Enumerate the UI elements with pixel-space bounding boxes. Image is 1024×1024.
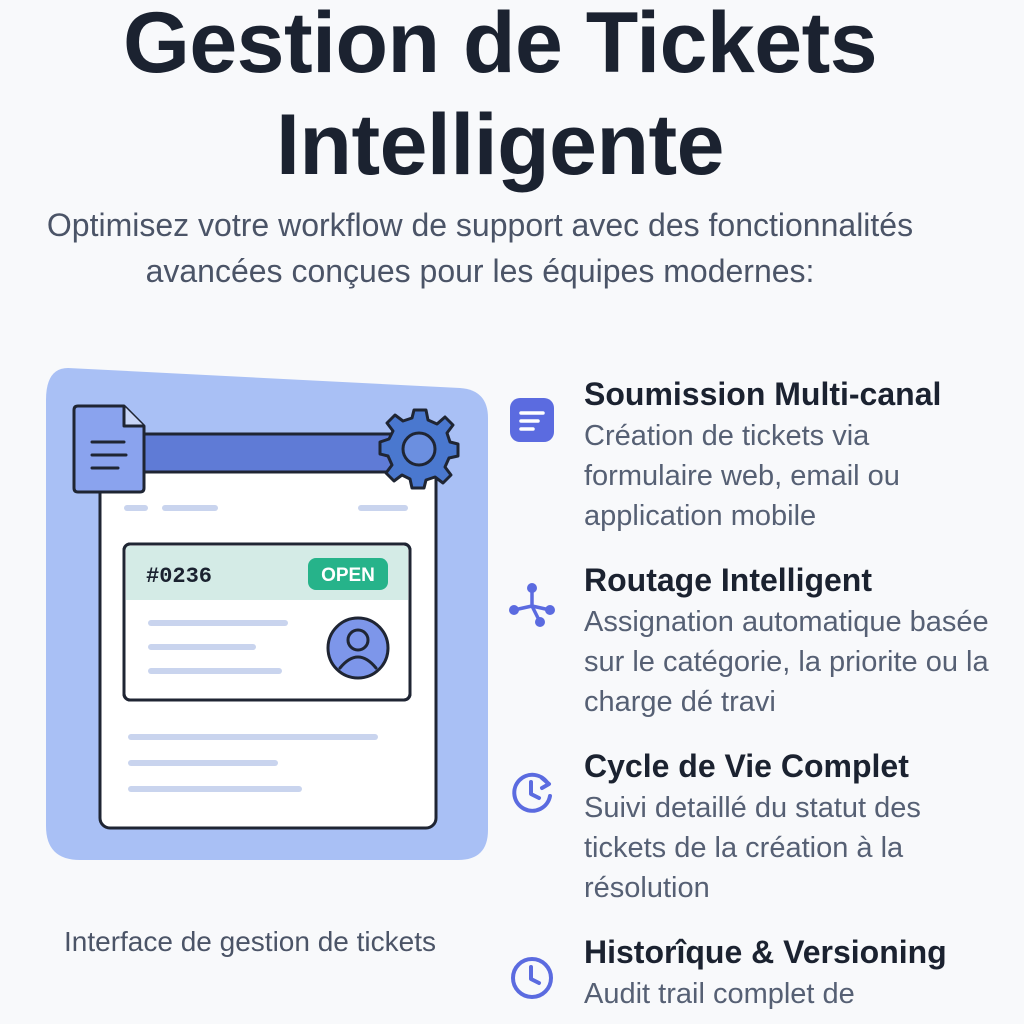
feature-description: Création de tickets via formulaire web, … — [584, 420, 900, 532]
status-badge-label: OPEN — [321, 565, 375, 586]
placeholder-line — [162, 505, 218, 511]
page-subtitle: Optimisez votre workflow de support avec… — [46, 207, 914, 289]
placeholder-line — [148, 644, 256, 650]
document-icon — [72, 404, 146, 494]
ticket-illustration-graphic: #0236 OPEN — [46, 368, 488, 860]
placeholder-line — [124, 505, 148, 511]
illustration-caption: Interface de gestion de tickets — [64, 926, 436, 957]
list-icon — [506, 394, 558, 446]
ticket-card: #0236 OPEN — [122, 542, 412, 702]
page-title: Gestion de Tickets Intelligente — [0, 0, 1000, 196]
routing-icon — [506, 580, 558, 632]
placeholder-line — [128, 786, 302, 792]
ticket-illustration: #0236 OPEN — [40, 360, 500, 880]
placeholder-line — [358, 505, 408, 511]
placeholder-line — [128, 760, 278, 766]
user-avatar-icon — [326, 616, 390, 680]
feature-description: Suivi detaillé du statut des tickets de … — [584, 792, 921, 904]
clock-icon — [506, 952, 558, 1004]
feature-title: Routage Intelligent — [584, 562, 872, 598]
placeholder-line — [128, 734, 378, 740]
title-line-2: Intelligente — [276, 97, 724, 193]
ticket-number: #0236 — [146, 564, 212, 589]
placeholder-line — [148, 668, 282, 674]
gear-icon — [378, 408, 460, 490]
feature-title: Soumission Multi-canal — [584, 376, 942, 412]
feature-description: Assignation automatique basée sur le cat… — [584, 606, 989, 718]
lifecycle-clock-icon — [506, 766, 558, 818]
feature-page: Gestion de Tickets Intelligente Optimise… — [0, 0, 1024, 1024]
feature-title: Cycle de Vie Complet — [584, 748, 909, 784]
feature-title: Historîque & Versioning — [584, 934, 947, 970]
title-line-1: Gestion de Tickets — [122, 0, 878, 91]
feature-description: Audit trail complet de — [584, 978, 855, 1010]
placeholder-line — [148, 620, 288, 626]
